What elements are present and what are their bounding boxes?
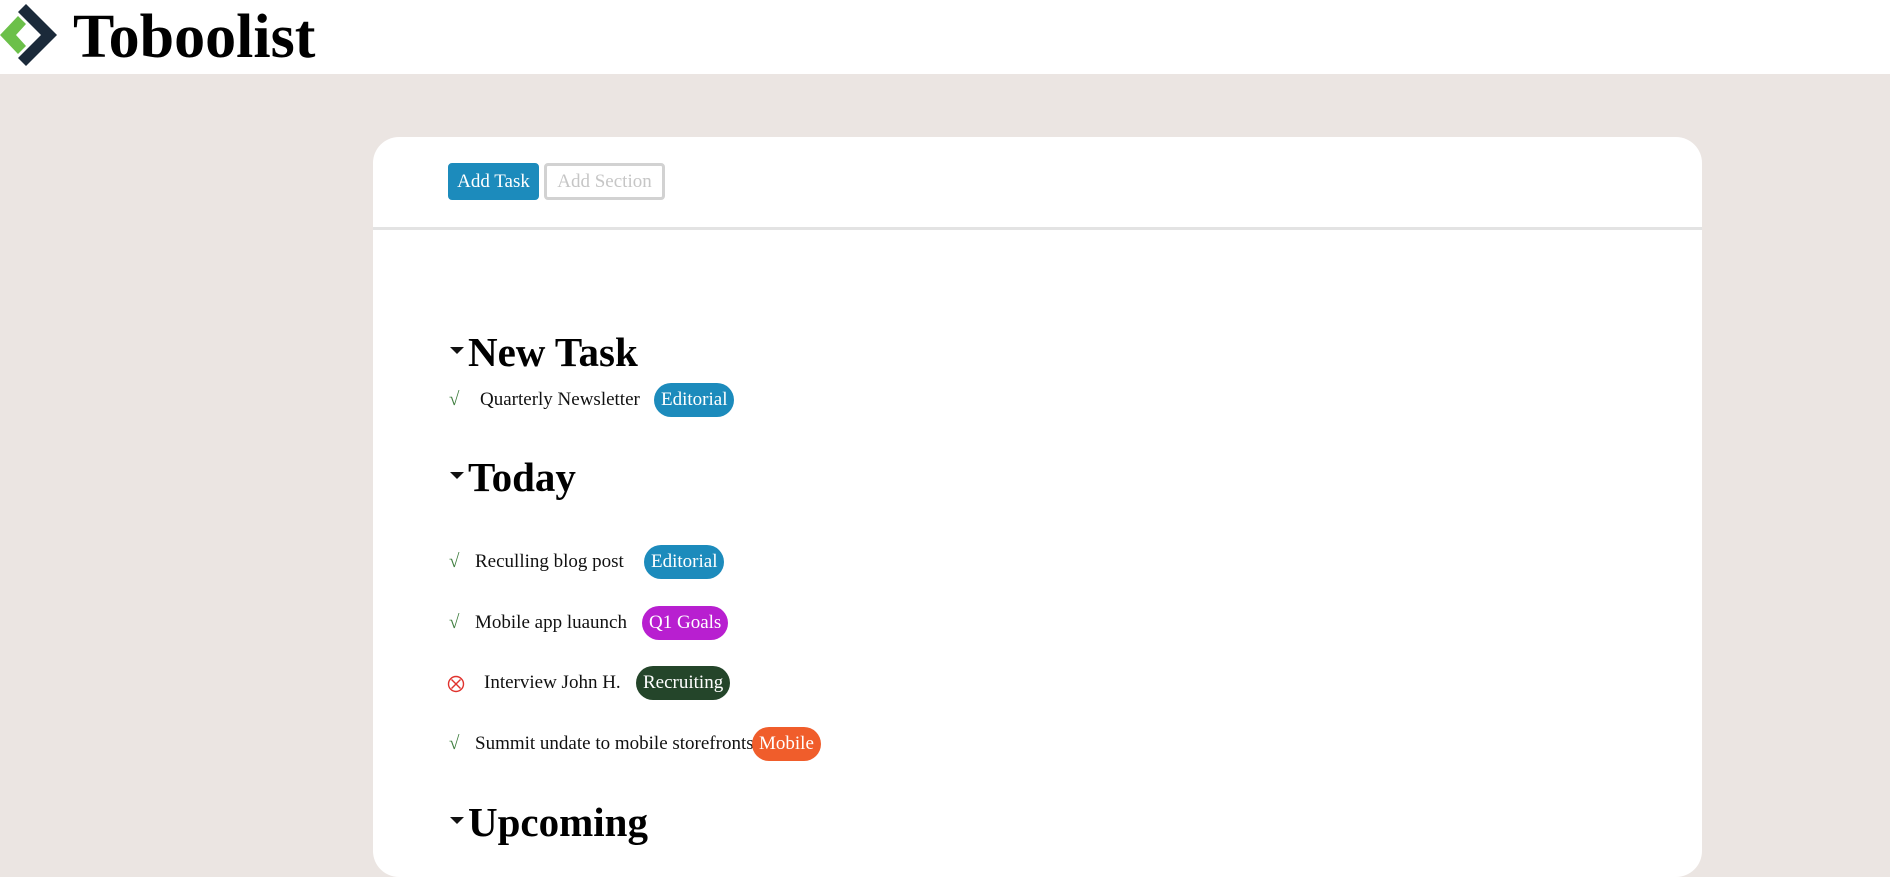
check-icon[interactable]: √ [449,727,459,761]
task-label: Reculling blog post [475,551,624,572]
add-task-button[interactable]: Add Task [448,163,539,200]
check-icon[interactable]: √ [449,545,459,579]
task-label: Interview John H. [484,672,621,693]
section-title: Today [468,454,576,500]
task-tag[interactable]: Editorial [654,383,735,417]
app-title: Toboolist [73,3,316,71]
task-label: Mobile app luaunch [475,612,627,633]
blocked-x-circle-icon[interactable] [447,675,465,693]
check-icon[interactable]: √ [449,383,459,417]
task-panel: Add Task Add Section New Task √ Quarterl… [373,137,1702,877]
toolbar: Add Task Add Section [373,137,1702,230]
section-title: Upcoming [468,799,648,845]
task-tag[interactable]: Q1 Goals [642,606,729,640]
task-tag[interactable]: Mobile [752,727,821,761]
section-title: New Task [468,329,638,375]
caret-down-icon[interactable] [450,472,464,479]
add-section-button[interactable]: Add Section [544,163,665,200]
task-label: Quarterly Newsletter [480,389,640,410]
caret-down-icon[interactable] [450,817,464,824]
diamond-chevron-logo-icon [0,4,57,66]
task-tag[interactable]: Editorial [644,545,725,579]
task-label: Summit undate to mobile storefronts [475,733,754,754]
top-bar: Toboolist [0,0,1890,74]
task-tag[interactable]: Recruiting [636,666,731,700]
check-icon[interactable]: √ [449,606,459,640]
caret-down-icon[interactable] [450,347,464,354]
